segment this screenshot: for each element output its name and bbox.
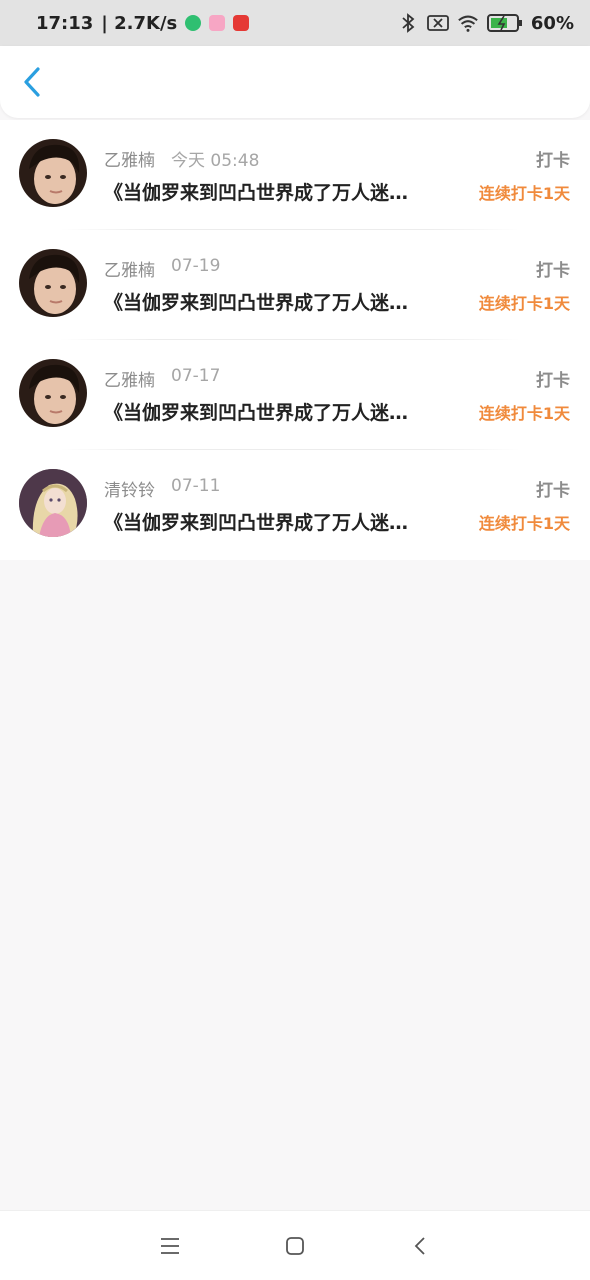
network-speed: | 2.7K/s bbox=[101, 12, 178, 34]
avatar[interactable] bbox=[19, 249, 87, 317]
checkin-tag: 打卡 bbox=[536, 261, 570, 281]
list-item[interactable]: 清铃铃 07-11 打卡 《当伽罗来到凹凸世界成了万人迷… 连续打卡1天 bbox=[0, 450, 590, 560]
user-name[interactable]: 乙雅楠 bbox=[104, 366, 155, 391]
item-time: 07-17 bbox=[171, 366, 221, 386]
pink-app-icon bbox=[209, 15, 226, 31]
book-title[interactable]: 《当伽罗来到凹凸世界成了万人迷… bbox=[104, 508, 462, 535]
avatar[interactable] bbox=[19, 469, 87, 537]
status-left: 17:13 | 2.7K/s bbox=[36, 12, 250, 34]
back-icon bbox=[414, 1236, 425, 1255]
status-bar: 17:13 | 2.7K/s 60% bbox=[0, 0, 590, 46]
sim-x-icon bbox=[427, 12, 449, 34]
book-title[interactable]: 《当伽罗来到凹凸世界成了万人迷… bbox=[104, 288, 462, 315]
book-title[interactable]: 《当伽罗来到凹凸世界成了万人迷… bbox=[104, 398, 462, 425]
item-time: 07-19 bbox=[171, 256, 221, 276]
menu-button[interactable] bbox=[155, 1231, 185, 1261]
list-item[interactable]: 乙雅楠 07-17 打卡 《当伽罗来到凹凸世界成了万人迷… 连续打卡1天 bbox=[0, 340, 590, 450]
user-name[interactable]: 清铃铃 bbox=[104, 476, 155, 501]
menu-icon bbox=[161, 1237, 179, 1254]
back-button[interactable] bbox=[14, 64, 50, 100]
checkin-tag: 打卡 bbox=[536, 151, 570, 171]
streak-label: 连续打卡1天 bbox=[478, 404, 570, 423]
home-button[interactable] bbox=[280, 1231, 310, 1261]
battery-icon bbox=[486, 12, 523, 34]
chevron-left-icon bbox=[24, 67, 40, 97]
item-meta: 乙雅楠 今天 05:48 bbox=[104, 146, 259, 171]
checkin-tag: 打卡 bbox=[536, 371, 570, 391]
checkin-tag: 打卡 bbox=[536, 481, 570, 501]
status-right: 60% bbox=[397, 12, 574, 34]
list-item[interactable]: 乙雅楠 今天 05:48 打卡 《当伽罗来到凹凸世界成了万人迷… 连续打卡1天 bbox=[0, 120, 590, 230]
bluetooth-icon bbox=[397, 12, 419, 34]
item-meta: 乙雅楠 07-19 bbox=[104, 256, 220, 281]
item-meta: 清铃铃 07-11 bbox=[104, 476, 220, 501]
wifi-icon bbox=[457, 12, 479, 34]
user-name[interactable]: 乙雅楠 bbox=[104, 256, 155, 281]
shield-app-icon bbox=[185, 15, 202, 31]
streak-label: 连续打卡1天 bbox=[478, 514, 570, 533]
avatar[interactable] bbox=[19, 139, 87, 207]
item-time: 07-11 bbox=[171, 476, 221, 496]
battery-percentage: 60% bbox=[530, 12, 574, 34]
user-name[interactable]: 乙雅楠 bbox=[104, 146, 155, 171]
status-time: 17:13 bbox=[36, 12, 94, 34]
back-nav-button[interactable] bbox=[405, 1231, 435, 1261]
list-item[interactable]: 乙雅楠 07-19 打卡 《当伽罗来到凹凸世界成了万人迷… 连续打卡1天 bbox=[0, 230, 590, 340]
home-icon bbox=[286, 1236, 304, 1255]
item-time: 今天 05:48 bbox=[171, 151, 260, 171]
item-meta: 乙雅楠 07-17 bbox=[104, 366, 220, 391]
system-nav-bar bbox=[0, 1210, 590, 1280]
checkin-list: 乙雅楠 今天 05:48 打卡 《当伽罗来到凹凸世界成了万人迷… 连续打卡1天 bbox=[0, 120, 590, 560]
header bbox=[0, 46, 590, 118]
streak-label: 连续打卡1天 bbox=[478, 294, 570, 313]
red-app-icon bbox=[233, 15, 250, 31]
streak-label: 连续打卡1天 bbox=[478, 184, 570, 203]
avatar[interactable] bbox=[19, 359, 87, 427]
screen: 17:13 | 2.7K/s 60% 乙雅楠 今天 05:48 打卡 《当伽罗来… bbox=[0, 0, 590, 1280]
book-title[interactable]: 《当伽罗来到凹凸世界成了万人迷… bbox=[104, 178, 462, 205]
